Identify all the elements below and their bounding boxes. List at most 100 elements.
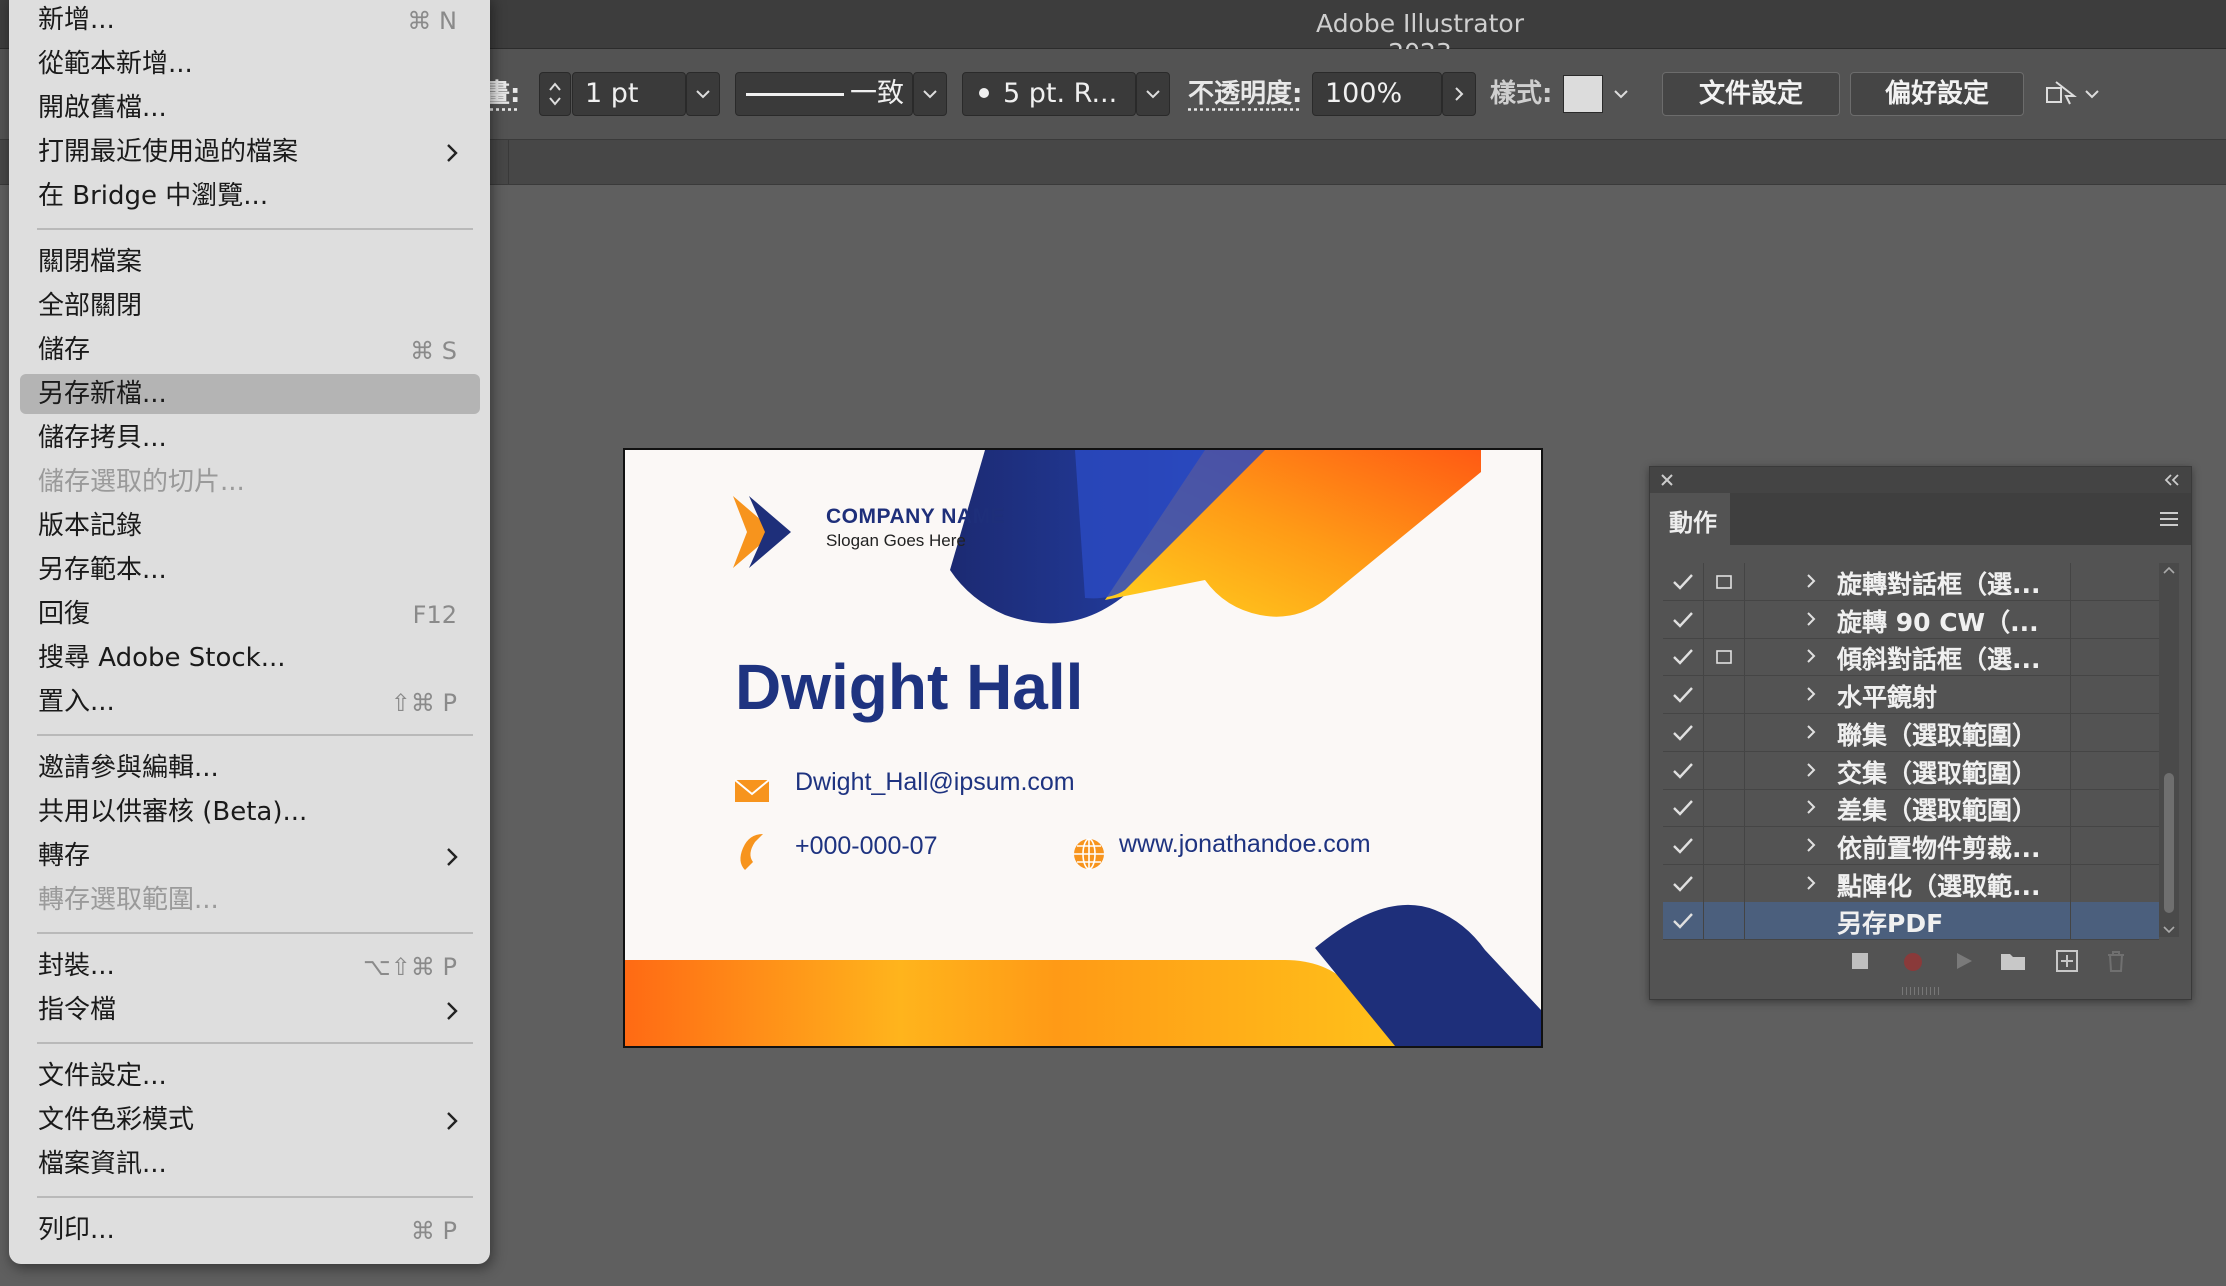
toggle-dialog-cell[interactable]: [1704, 864, 1745, 902]
toggle-item-cell[interactable]: [1663, 638, 1704, 676]
menu-item-new-from-template[interactable]: 從範本新增...: [9, 44, 490, 84]
stroke-profile-field[interactable]: 一致: [735, 72, 913, 116]
expand-chevron-icon[interactable]: [1806, 724, 1816, 740]
preferences-button[interactable]: 偏好設定: [1850, 72, 2024, 116]
play-icon[interactable]: [1954, 951, 1974, 971]
menu-item-package[interactable]: 封裝... ⌥⇧⌘ P: [9, 946, 490, 986]
scrollbar-thumb[interactable]: [2164, 773, 2174, 913]
expand-chevron-icon[interactable]: [1806, 837, 1816, 853]
brush-dropdown[interactable]: [1136, 72, 1170, 116]
tab-actions[interactable]: 動作: [1650, 493, 1730, 545]
trash-icon[interactable]: [2105, 949, 2127, 973]
menu-item-label: 關閉檔案: [38, 247, 143, 277]
toggle-item-cell[interactable]: [1663, 902, 1704, 940]
chevron-right-icon: [447, 1112, 458, 1130]
menu-item-close-all[interactable]: 全部關閉: [9, 286, 490, 326]
menu-item-scripts[interactable]: 指令檔: [9, 990, 490, 1030]
close-icon[interactable]: [1659, 472, 1675, 488]
expand-chevron-icon[interactable]: [1806, 648, 1816, 664]
stroke-weight-stepper[interactable]: [539, 72, 571, 116]
toggle-dialog-cell[interactable]: [1704, 902, 1745, 940]
toggle-item-cell[interactable]: [1663, 751, 1704, 789]
arrange-icon[interactable]: [2044, 72, 2078, 116]
scroll-down-icon[interactable]: [2159, 923, 2179, 937]
menu-item-shortcut: ⌘ S: [410, 337, 457, 365]
action-row[interactable]: 交集（選取範圍）: [1663, 751, 2159, 790]
expand-chevron-icon[interactable]: [1806, 875, 1816, 891]
panel-menu-icon[interactable]: [2158, 510, 2180, 528]
expand-chevron-icon[interactable]: [1806, 762, 1816, 778]
toggle-dialog-cell[interactable]: [1704, 638, 1745, 676]
stroke-profile-dropdown[interactable]: [913, 72, 947, 116]
menu-item-revert[interactable]: 回復 F12: [9, 594, 490, 634]
action-row[interactable]: 傾斜對話框（選...: [1663, 638, 2159, 677]
scrollbar[interactable]: [2159, 563, 2179, 937]
toggle-item-cell[interactable]: [1663, 826, 1704, 864]
stop-icon[interactable]: [1852, 953, 1868, 969]
menu-item-save[interactable]: 儲存 ⌘ S: [9, 330, 490, 370]
action-row[interactable]: 水平鏡射: [1663, 676, 2159, 715]
stroke-weight-field[interactable]: 1 pt: [572, 72, 686, 116]
new-set-folder-icon[interactable]: [1999, 950, 2027, 972]
expand-chevron-icon[interactable]: [1806, 799, 1816, 815]
scroll-up-icon[interactable]: [2159, 563, 2179, 577]
new-action-icon[interactable]: [2055, 949, 2079, 973]
toggle-item-cell[interactable]: [1663, 600, 1704, 638]
collapse-icon[interactable]: [2163, 473, 2181, 487]
action-row[interactable]: 依前置物件剪裁...: [1663, 826, 2159, 865]
action-row[interactable]: 旋轉對話框（選...: [1663, 563, 2159, 601]
menu-item-open[interactable]: 開啟舊檔...: [9, 88, 490, 128]
toggle-dialog-cell[interactable]: [1704, 751, 1745, 789]
menu-item-label: 在 Bridge 中瀏覽...: [38, 181, 269, 211]
menu-item-version-history[interactable]: 版本記錄: [9, 506, 490, 546]
toggle-dialog-cell[interactable]: [1704, 676, 1745, 714]
opacity-field[interactable]: 100%: [1312, 72, 1442, 116]
expand-chevron-icon[interactable]: [1806, 611, 1816, 627]
brush-field[interactable]: 5 pt. R...: [962, 72, 1136, 116]
toggle-item-cell[interactable]: [1663, 789, 1704, 827]
toggle-dialog-cell[interactable]: [1704, 789, 1745, 827]
action-row[interactable]: 聯集（選取範圍）: [1663, 713, 2159, 752]
actions-panel: 動作 旋轉對話框（選... 旋轉 90 CW（... 傾斜對話框（選... 水平鏡射聯…: [1649, 466, 2192, 1000]
menu-item-save-as[interactable]: 另存新檔...: [9, 374, 490, 414]
style-dropdown[interactable]: [1604, 72, 1638, 116]
resize-grip[interactable]: [1902, 987, 1940, 995]
menu-item-export[interactable]: 轉存: [9, 836, 490, 876]
menu-item-close[interactable]: 關閉檔案: [9, 242, 490, 282]
expand-chevron-icon[interactable]: [1806, 573, 1816, 589]
action-row[interactable]: 另存PDF: [1663, 902, 2159, 941]
menu-item-place[interactable]: 置入... ⇧⌘ P: [9, 682, 490, 722]
action-row[interactable]: 旋轉 90 CW（...: [1663, 600, 2159, 639]
menu-item-invite[interactable]: 邀請參與編輯...: [9, 748, 490, 788]
record-icon[interactable]: [1904, 953, 1922, 971]
menu-item-open-recent[interactable]: 打開最近使用過的檔案: [9, 132, 490, 172]
menu-item-search-stock[interactable]: 搜尋 Adobe Stock...: [9, 638, 490, 678]
toggle-dialog-cell[interactable]: [1704, 563, 1745, 600]
menu-item-browse-bridge[interactable]: 在 Bridge 中瀏覽...: [9, 176, 490, 216]
menu-item-share-review[interactable]: 共用以供審核 (Beta)...: [9, 792, 490, 832]
toggle-item-cell[interactable]: [1663, 713, 1704, 751]
artboard[interactable]: COMPANY NAME Slogan Goes Here Dwight Hal…: [623, 448, 1543, 1048]
menu-item-save-copy[interactable]: 儲存拷貝...: [9, 418, 490, 458]
menu-item-color-mode[interactable]: 文件色彩模式: [9, 1100, 490, 1140]
expand-chevron-icon[interactable]: [1806, 686, 1816, 702]
toggle-item-cell[interactable]: [1663, 676, 1704, 714]
style-swatch[interactable]: [1563, 75, 1603, 113]
toggle-item-cell[interactable]: [1663, 563, 1704, 600]
opacity-label[interactable]: 不透明度:: [1188, 72, 1302, 116]
toggle-dialog-cell[interactable]: [1704, 600, 1745, 638]
action-row[interactable]: 點陣化（選取範...: [1663, 864, 2159, 903]
toggle-dialog-cell[interactable]: [1704, 713, 1745, 751]
toggle-dialog-cell[interactable]: [1704, 826, 1745, 864]
arrange-dropdown[interactable]: [2084, 72, 2104, 116]
stroke-weight-dropdown[interactable]: [686, 72, 720, 116]
opacity-expand-button[interactable]: [1442, 72, 1476, 116]
menu-item-save-template[interactable]: 另存範本...: [9, 550, 490, 590]
menu-item-new[interactable]: 新增... ⌘ N: [9, 0, 490, 40]
doc-setup-button[interactable]: 文件設定: [1662, 72, 1840, 116]
menu-item-file-info[interactable]: 檔案資訊...: [9, 1144, 490, 1184]
menu-item-doc-setup[interactable]: 文件設定...: [9, 1056, 490, 1096]
menu-item-print[interactable]: 列印... ⌘ P: [9, 1210, 490, 1250]
toggle-item-cell[interactable]: [1663, 864, 1704, 902]
action-row[interactable]: 差集（選取範圍）: [1663, 789, 2159, 828]
